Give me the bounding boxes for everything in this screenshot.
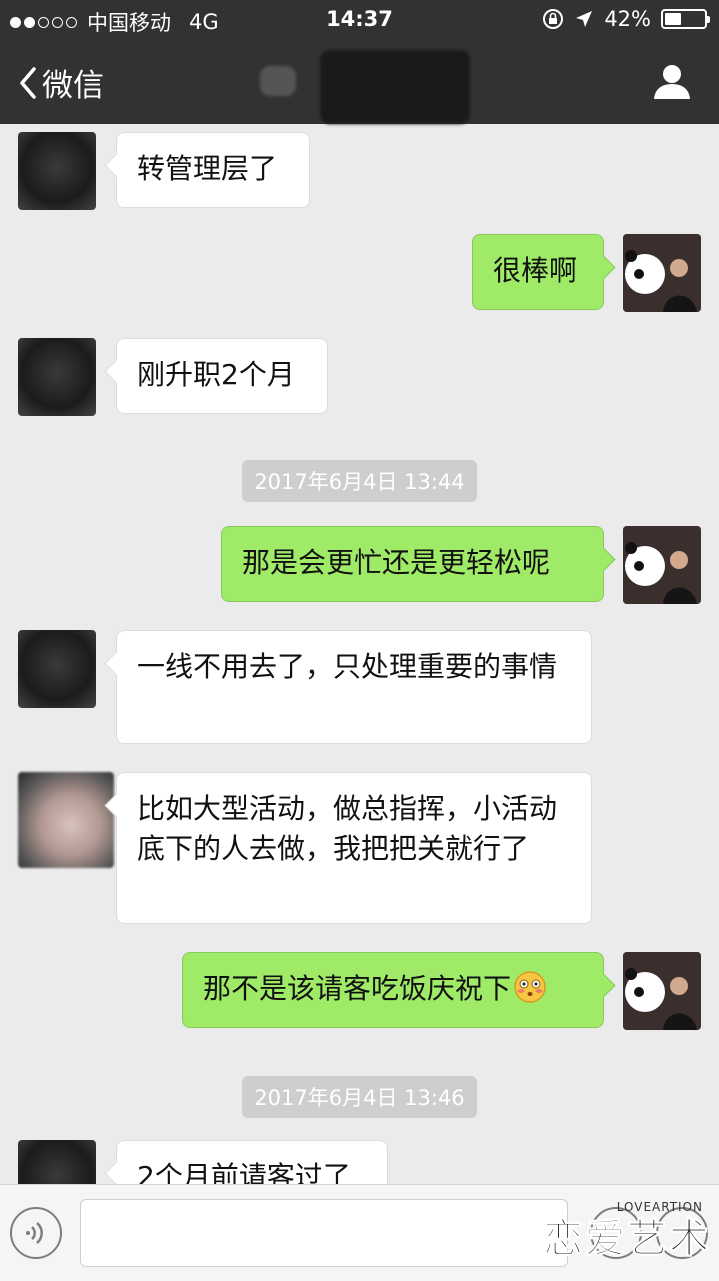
timestamp: 2017年6月4日 13:44: [0, 460, 719, 502]
rotation-lock-icon: [543, 9, 564, 29]
back-label: 微信: [42, 68, 104, 104]
message-bubble-received[interactable]: 比如大型活动，做总指挥，小活动底下的人去做，我把把关就行了: [116, 772, 592, 924]
battery-icon: [661, 9, 710, 29]
message-bubble-received[interactable]: 一线不用去了，只处理重要的事情: [116, 630, 592, 744]
panda-photo-icon: [623, 234, 701, 312]
message-bubble-received[interactable]: 2个月前请客过了: [116, 1140, 388, 1184]
timestamp-label: 2017年6月4日 13:46: [242, 1076, 477, 1118]
panda-photo-icon: [623, 526, 701, 604]
my-avatar[interactable]: [623, 952, 701, 1030]
voice-icon: [26, 1222, 43, 1244]
contact-avatar[interactable]: [18, 630, 96, 708]
contact-profile-icon[interactable]: [653, 64, 691, 100]
chevron-left-icon: [20, 66, 36, 99]
message-input[interactable]: [80, 1199, 568, 1267]
top-bar: 中国移动 4G 14:37 42% 微信: [0, 0, 719, 124]
more-button[interactable]: [656, 1207, 708, 1259]
message-bubble-sent[interactable]: 很棒啊: [472, 234, 604, 310]
contact-avatar[interactable]: [18, 132, 96, 210]
battery-percent: 42%: [604, 7, 651, 31]
chat-area[interactable]: 转管理层了 很棒啊 刚升职2个月 2017年6月4日 13:44 那是会更忙还是…: [0, 124, 719, 1184]
location-arrow-icon: [576, 11, 593, 27]
my-avatar[interactable]: [623, 526, 701, 604]
contact-avatar[interactable]: [18, 338, 96, 416]
my-avatar[interactable]: [623, 234, 701, 312]
status-bar: 中国移动 4G 14:37 42%: [0, 0, 719, 40]
status-right: 42%: [542, 7, 710, 31]
input-bar: [0, 1184, 719, 1281]
message-bubble-received[interactable]: 转管理层了: [116, 132, 310, 208]
timestamp: 2017年6月4日 13:46: [0, 1076, 719, 1118]
blush-face-icon: [514, 971, 546, 1003]
contact-avatar[interactable]: [18, 1140, 96, 1184]
back-button[interactable]: 微信: [18, 60, 104, 105]
message-bubble-received[interactable]: 刚升职2个月: [116, 338, 328, 414]
chat-title-redacted: [260, 50, 470, 124]
timestamp-label: 2017年6月4日 13:44: [242, 460, 477, 502]
voice-input-button[interactable]: [10, 1207, 62, 1259]
contact-avatar[interactable]: [18, 772, 114, 868]
nav-bar: 微信: [0, 44, 719, 124]
panda-photo-icon: [623, 952, 701, 1030]
message-text: 那不是该请客吃饭庆祝下: [203, 972, 512, 1005]
message-bubble-sent[interactable]: 那是会更忙还是更轻松呢: [221, 526, 604, 602]
message-bubble-sent[interactable]: 那不是该请客吃饭庆祝下: [182, 952, 604, 1028]
emoji-button[interactable]: [590, 1207, 642, 1259]
